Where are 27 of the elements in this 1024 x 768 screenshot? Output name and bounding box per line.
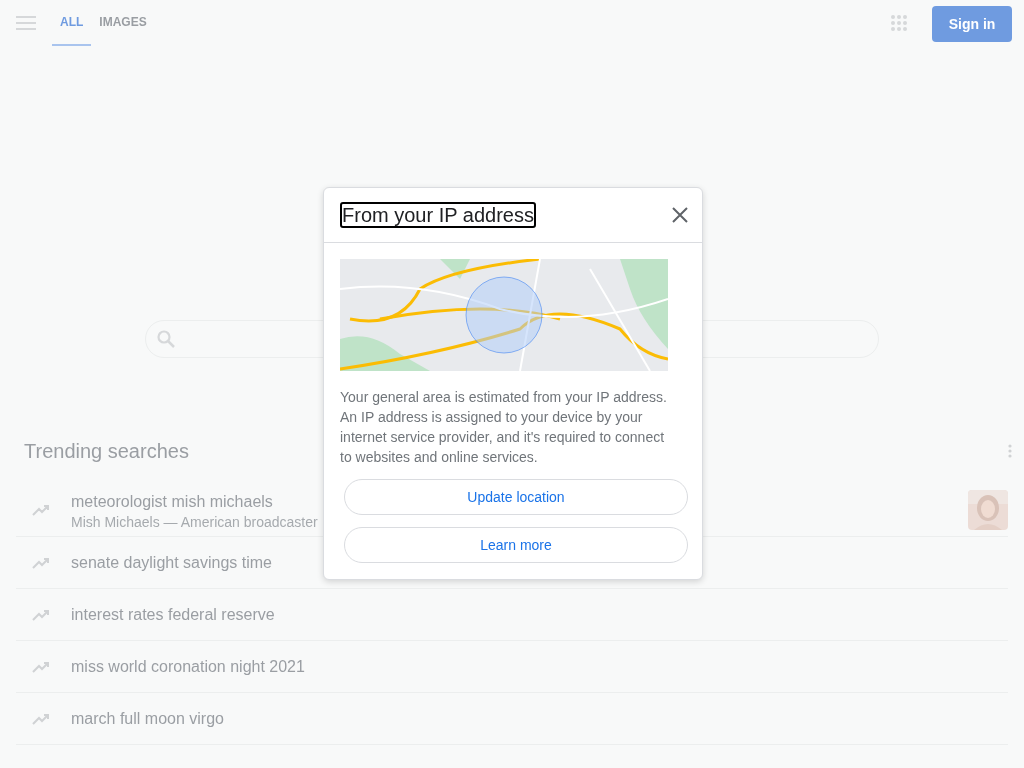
tab[interactable]: ALL <box>52 0 92 46</box>
trending-up-icon <box>32 608 50 621</box>
trending-item[interactable]: miss world coronation night 2021 <box>16 641 1008 693</box>
trending-up-icon <box>32 556 50 569</box>
trending-item[interactable]: interest rates federal reserve <box>16 589 1008 641</box>
tab[interactable]: IMAGES <box>91 0 155 46</box>
trending-query: march full moon virgo <box>71 708 224 729</box>
more-options-icon[interactable] <box>1008 444 1012 458</box>
trending-subtitle: Mish Michaels — American broadcaster <box>71 513 318 530</box>
sign-in-button[interactable]: Sign in <box>932 6 1012 42</box>
trending-up-icon <box>32 712 50 725</box>
trending-query: senate daylight savings time <box>71 552 272 573</box>
dialog-title: From your IP address <box>340 202 536 228</box>
section-title: Trending searches <box>24 439 189 463</box>
trending-up-icon <box>32 660 50 673</box>
menu-icon[interactable] <box>16 16 36 30</box>
trending-query: interest rates federal reserve <box>71 604 275 625</box>
dialog-button[interactable]: Learn more <box>344 527 688 563</box>
trending-item[interactable]: march full moon virgo <box>16 693 1008 745</box>
trending-query: meteorologist mish michaels <box>71 491 273 512</box>
search-icon <box>156 329 176 349</box>
close-icon[interactable] <box>672 207 688 223</box>
apps-grid-icon[interactable] <box>890 14 908 32</box>
dialog-button[interactable]: Update location <box>344 479 688 515</box>
dialog-body-text: Your general area is estimated from your IP address. An IP address is assigned to your device by your internet service provider, and it's required to connect to websites and online services. <box>340 388 668 467</box>
trending-up-icon <box>32 503 50 516</box>
trending-query: miss world coronation night 2021 <box>71 656 305 677</box>
